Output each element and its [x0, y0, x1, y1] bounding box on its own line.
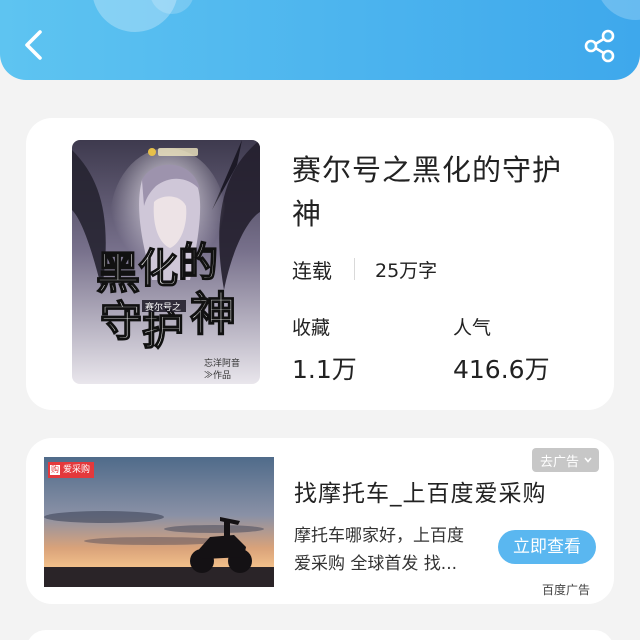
ad-image[interactable]: 购 爱采购	[44, 457, 274, 587]
chevron-left-icon	[25, 30, 42, 60]
popularity-stat: 人气 416.6万	[453, 314, 550, 386]
share-icon	[584, 29, 615, 63]
svg-text:化: 化	[138, 245, 178, 292]
top-bar	[0, 0, 640, 80]
share-button[interactable]	[580, 26, 620, 66]
ad-description: 摩托车哪家好，上百度爱采购 全球首发 找...	[294, 526, 464, 574]
svg-text:神: 神	[190, 287, 236, 341]
svg-text:守: 守	[100, 297, 142, 346]
book-title: 赛尔号之黑化的守护神	[292, 153, 563, 231]
remove-ad-label: 去广告	[540, 454, 580, 470]
ad-title[interactable]: 找摩托车_上百度爱采购	[294, 474, 584, 508]
view-now-button[interactable]: 立即查看	[498, 530, 596, 564]
brand-logo-icon: 购	[50, 465, 60, 475]
favorites-stat: 收藏 1.1万	[292, 314, 357, 386]
book-info-card: 黑 化 的 守 护 神 赛尔号之 忘洋阿音 ≫作品 赛尔号之黑化的守护神 连载 …	[26, 118, 614, 410]
chevron-down-icon	[584, 457, 592, 463]
ad-card[interactable]: 购 爱采购 去广告 找摩托车_上百度爱采购 摩托车哪家好，上百度爱采购 全球首发…	[26, 438, 614, 604]
back-button[interactable]	[14, 24, 54, 64]
decor-bubble	[596, 0, 640, 20]
cover-credit: ≫作品	[204, 369, 231, 381]
book-cover[interactable]: 黑 化 的 守 护 神 赛尔号之 忘洋阿音 ≫作品	[72, 140, 260, 384]
ad-brand-tag: 购 爱采购	[48, 462, 95, 478]
meta-divider	[354, 258, 355, 280]
ad-brand-label: 爱采购	[63, 465, 91, 475]
popularity-label: 人气	[453, 317, 492, 339]
serial-status: 连载	[292, 258, 332, 283]
favorites-value: 1.1万	[292, 355, 357, 384]
book-meta-row: 连载 25万字	[292, 254, 437, 284]
cover-author: 忘洋阿音	[204, 357, 240, 369]
favorites-label: 收藏	[292, 317, 331, 339]
svg-text:的: 的	[178, 239, 218, 286]
ad-source: 百度广告	[542, 583, 591, 597]
word-count: 25万字	[375, 259, 438, 282]
popularity-value: 416.6万	[453, 355, 550, 384]
next-card	[26, 630, 614, 640]
svg-text:黑: 黑	[96, 248, 140, 299]
remove-ad-button[interactable]: 去广告	[532, 448, 600, 472]
cover-series: 赛尔号之	[145, 301, 181, 313]
